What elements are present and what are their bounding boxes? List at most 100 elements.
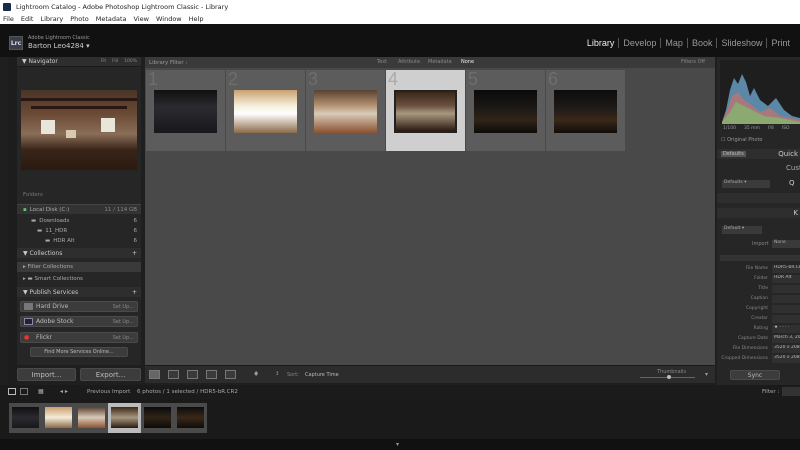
filmstrip-thumb[interactable] [141,403,174,433]
menu-window[interactable]: Window [156,14,182,24]
metadata-field-value[interactable]: 3520 x 2080 [772,345,800,353]
metadata-field-value[interactable]: 3520 x 2080 [772,355,800,363]
module-book[interactable]: Book [686,38,717,48]
folder-downloads[interactable]: ▬ Downloads 6 [17,216,141,226]
bottom-bar [0,439,800,450]
module-develop[interactable]: Develop [618,38,660,48]
library-filter-bar: Library Filter : Text Attribute Metadata… [145,57,715,68]
survey-view-icon[interactable] [206,370,217,379]
metadata-field-value[interactable]: HDR5-bR.CR2 [772,265,800,273]
metadata-field-value[interactable] [772,315,800,323]
publish-adobe-stock[interactable]: Adobe Stock Set Up... [20,316,138,327]
publish-header[interactable]: ▼ Publish Services + [17,287,141,297]
sort-label: Sort: [287,372,299,378]
sync-button[interactable]: Sync [730,370,780,380]
grid-view-icon[interactable] [149,370,160,379]
filter-none[interactable]: None [461,59,474,65]
menu-help[interactable]: Help [189,14,204,24]
publish-hard-drive[interactable]: Hard Drive Set Up... [20,301,138,312]
filmstrip-thumb[interactable] [9,403,42,433]
filmstrip-filter-dropdown[interactable] [782,387,800,396]
grid-cell-selected[interactable]: 4 [386,70,465,151]
people-view-icon[interactable] [225,370,236,379]
preset-dropdown[interactable]: Defaults ▾ [722,180,770,188]
left-panel-toggle[interactable] [8,57,17,385]
defaults-chip[interactable]: Defaults [721,151,746,157]
slider-thumb[interactable] [667,375,671,379]
collapse-filmstrip-icon[interactable]: ▾ [396,441,399,448]
spray-can-icon[interactable]: ♦ [253,370,259,378]
grid-cell[interactable]: 5 [466,70,545,151]
grid-cell[interactable]: 3 [306,70,385,151]
keyword-list-header[interactable]: K [717,208,800,218]
grid-cell[interactable]: 1 [146,70,225,151]
quick-develop-header[interactable]: Defaults Quick [717,149,800,159]
zoom-100[interactable]: 100% [124,59,137,64]
toolbar-menu-icon[interactable]: ▾ [705,371,708,378]
metadata-field-value[interactable] [772,285,800,293]
import-button[interactable]: Import... [17,368,76,381]
menu-metadata[interactable]: Metadata [96,14,127,24]
module-map[interactable]: Map [660,38,687,48]
zoom-fill[interactable]: Fill [112,59,118,64]
publish-flickr[interactable]: ● Flickr Set Up... [20,332,138,343]
user-name[interactable]: Barton Leo4284 ▾ [28,42,90,50]
filter-attribute[interactable]: Attribute [398,59,420,65]
metadata-preset-dropdown[interactable]: Default ▾ [722,226,762,234]
cell-number: 3 [308,69,319,89]
sort-direction-icon[interactable]: ↕ [275,371,279,377]
filmstrip-thumb[interactable] [75,403,108,433]
previous-import[interactable]: Previous Import [87,389,130,395]
collection-filter[interactable]: ▸ Filter Collections [17,262,141,272]
metadata-field-value[interactable]: HDR Alt [772,275,800,283]
module-library[interactable]: Library [583,38,619,48]
metadata-field-label: Copyright [746,306,768,311]
filmstrip-thumb[interactable] [174,403,207,433]
back-arrow-icon[interactable]: ◂ ▸ [60,388,68,395]
keywording-header[interactable] [717,193,800,203]
collections-header[interactable]: ▼ Collections + [17,248,141,258]
menu-photo[interactable]: Photo [70,14,89,24]
navigator-preview[interactable] [21,90,137,170]
grid-mini-icon[interactable]: ▦ [38,388,44,395]
filter-text[interactable]: Text [377,59,387,65]
lightroom-logo: Lrc [9,36,23,50]
zoom-fit[interactable]: Fit [101,59,106,64]
monitor-2-icon[interactable] [20,388,28,395]
navigator-header[interactable]: ▼ Navigator Fit Fill 100% [17,57,141,67]
monitor-1-icon[interactable] [8,388,16,395]
menu-library[interactable]: Library [40,14,63,24]
metadata-field-value[interactable]: March 3, 20 [772,335,800,343]
module-print[interactable]: Print [766,38,794,48]
grid-cell[interactable]: 6 [546,70,625,151]
filters-off-dropdown[interactable]: Filters Off [681,59,705,65]
menu-view[interactable]: View [134,14,149,24]
find-more-services-button[interactable]: Find More Services Online... [30,347,128,357]
menu-edit[interactable]: Edit [21,14,34,24]
filter-metadata[interactable]: Metadata [428,59,452,65]
menu-file[interactable]: File [3,14,14,24]
metadata-field-value[interactable] [772,295,800,303]
filmstrip-thumb-selected[interactable] [108,403,141,433]
compare-view-icon[interactable] [187,370,198,379]
volume-row[interactable]: ▪ Local Disk (C:) 11 / 114 GB [17,204,141,214]
metadata-field-label: Folder [754,276,768,281]
metadata-field-value[interactable] [772,305,800,313]
export-button[interactable]: Export... [80,368,141,381]
cell-number: 2 [228,69,239,89]
metadata-field-label: Caption [750,296,768,301]
metadata-field-value[interactable]: ★ · · · · [772,325,800,333]
original-photo-toggle[interactable]: ☐ Original Photo [721,137,763,143]
sort-dropdown[interactable]: Capture Time [305,372,339,378]
loupe-view-icon[interactable] [168,370,179,379]
grid-cell[interactable]: 2 [226,70,305,151]
filmstrip-thumb[interactable] [42,403,75,433]
module-slideshow[interactable]: Slideshow [716,38,766,48]
app-icon [3,3,11,11]
import-preset-value[interactable]: None [772,240,800,248]
folder-hdr-alt[interactable]: ▬ HDR Alt 6 [17,236,141,246]
collection-smart[interactable]: ▸ ▬ Smart Collections [17,274,141,284]
folder-icon: ▬ [45,238,51,244]
histogram-chart [722,74,800,124]
folder-hdr[interactable]: ▬ 11_HDR 6 [17,226,141,236]
